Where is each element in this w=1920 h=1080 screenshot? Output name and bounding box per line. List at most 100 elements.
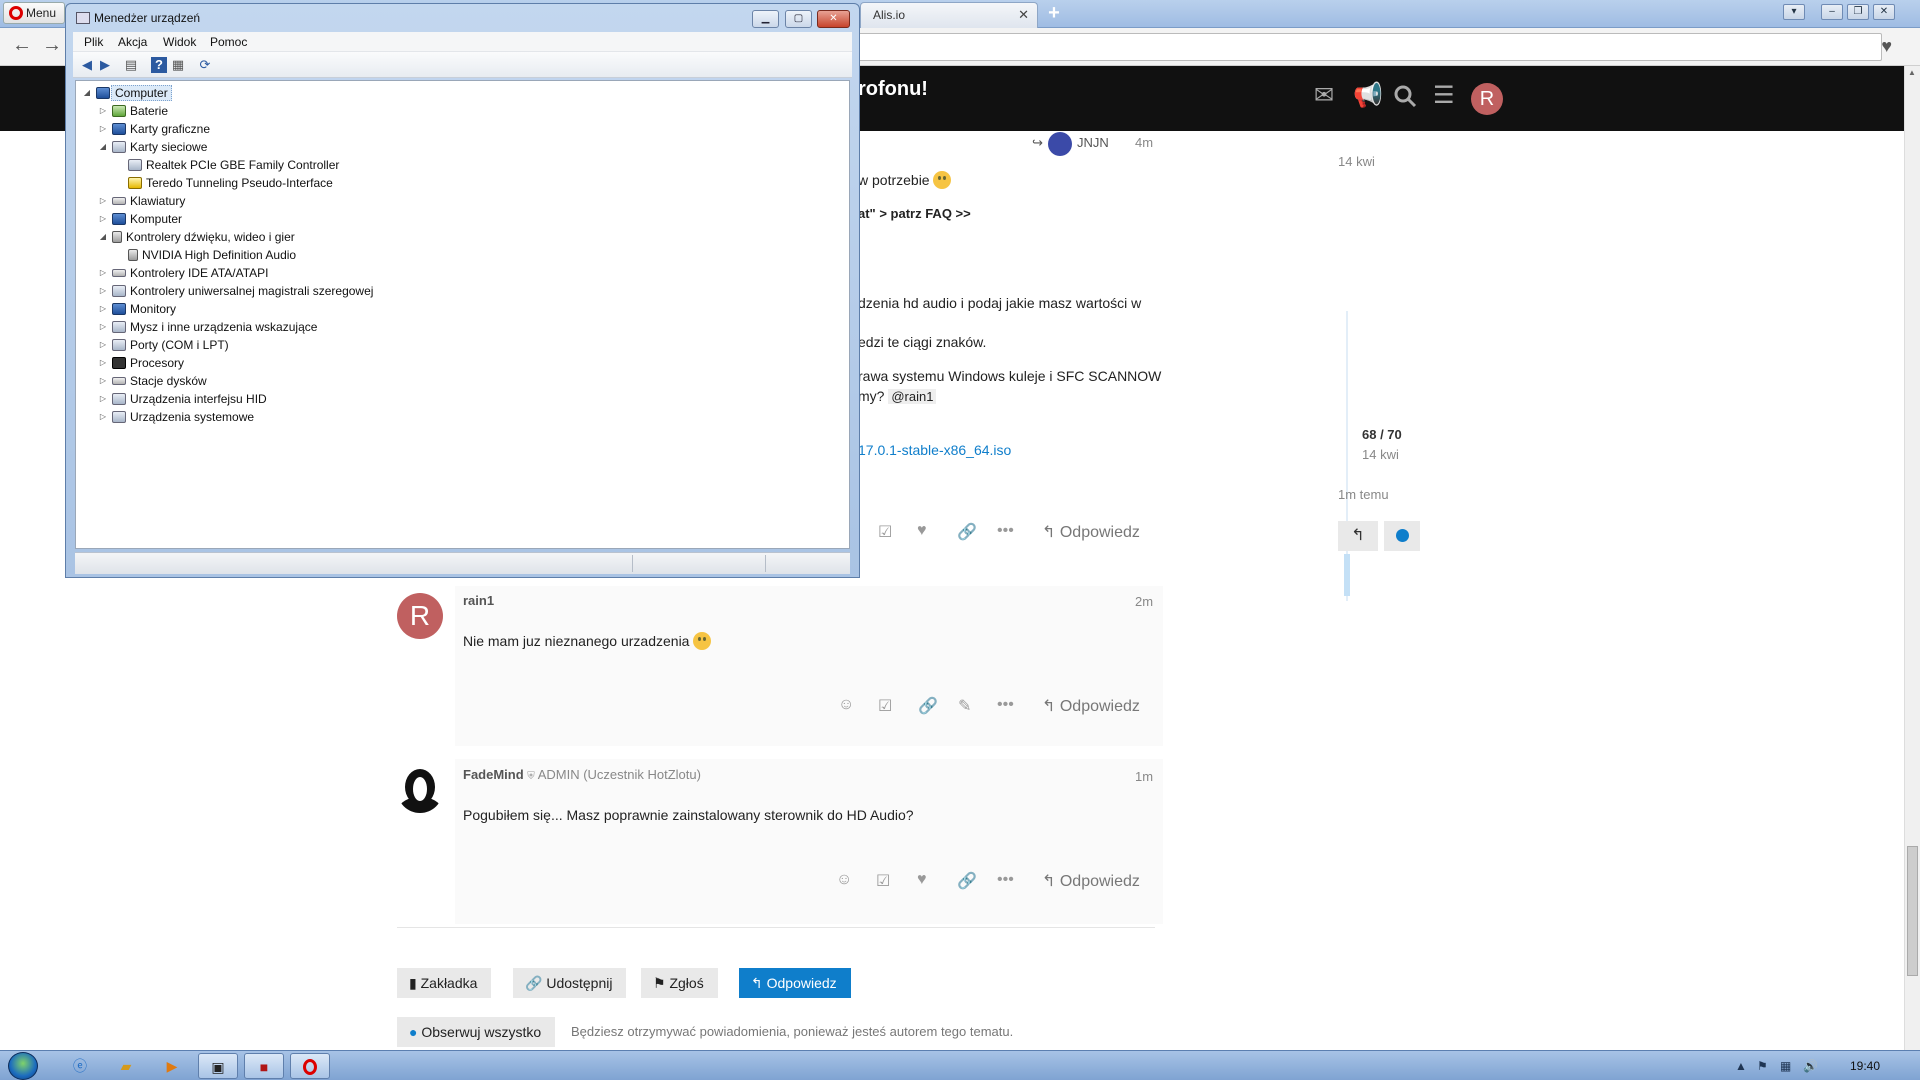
iso-download-link[interactable]: 17.0.1-stable-x86_64.iso bbox=[858, 441, 1011, 459]
expand-arrow-icon[interactable]: ▷ bbox=[98, 372, 108, 390]
edit-pencil-icon[interactable]: ✎ bbox=[958, 696, 971, 716]
view-icon[interactable]: ▦ bbox=[170, 57, 186, 73]
tree-node[interactable]: ▷ Mysz i inne urządzenia wskazujące bbox=[100, 318, 318, 336]
post-username[interactable]: FadeMind bbox=[463, 767, 524, 782]
tree-node[interactable]: ◢ Karty sieciowe bbox=[100, 138, 207, 156]
expand-arrow-icon[interactable]: ▷ bbox=[98, 120, 108, 138]
network-icon[interactable]: ▦ bbox=[1780, 1059, 1791, 1073]
expand-arrow-icon[interactable]: ▷ bbox=[98, 390, 108, 408]
more-actions-icon[interactable]: ••• bbox=[997, 871, 1014, 889]
media-player-icon[interactable]: ▶ bbox=[152, 1053, 192, 1079]
opera-menu-button[interactable]: Menu bbox=[3, 2, 65, 24]
reply-button[interactable]: ↰ Odpowiedz bbox=[1042, 522, 1140, 542]
topic-title[interactable]: rofonu! bbox=[858, 78, 928, 101]
tab-alis[interactable]: Alis.io ✕ bbox=[860, 2, 1038, 28]
expand-arrow-icon[interactable]: ▷ bbox=[98, 408, 108, 426]
more-actions-icon[interactable]: ••• bbox=[997, 696, 1014, 714]
search-icon[interactable] bbox=[1393, 84, 1417, 113]
reply-topic-button[interactable]: ↰ Odpowiedz bbox=[739, 968, 851, 998]
back-arrow-icon[interactable]: ◀ bbox=[79, 57, 95, 73]
tree-node[interactable]: ▷ Baterie bbox=[100, 102, 168, 120]
emoji-reaction-icon[interactable]: ☺ bbox=[838, 696, 854, 714]
expand-arrow-icon[interactable]: ▷ bbox=[98, 264, 108, 282]
tree-node[interactable]: ◢ Kontrolery dźwięku, wideo i gier bbox=[100, 228, 295, 246]
new-tab-button[interactable]: + bbox=[1042, 3, 1066, 24]
tree-node[interactable]: ▷ Urządzenia interfejsu HID bbox=[100, 390, 267, 408]
more-actions-icon[interactable]: ••• bbox=[997, 522, 1014, 540]
internet-explorer-icon[interactable]: ⓔ bbox=[60, 1053, 100, 1079]
share-link-icon[interactable]: 🔗 bbox=[918, 696, 938, 716]
accept-solution-icon[interactable]: ☑ bbox=[878, 522, 892, 542]
share-button[interactable]: 🔗 Udostępnij bbox=[513, 968, 627, 998]
action-center-flag-icon[interactable]: ⚑ bbox=[1757, 1059, 1768, 1073]
taskbar-device-manager[interactable]: ▣ bbox=[198, 1053, 238, 1079]
tree-node[interactable]: NVIDIA High Definition Audio bbox=[128, 246, 296, 264]
minimize-icon[interactable]: – bbox=[1821, 4, 1843, 20]
tree-node[interactable]: Teredo Tunneling Pseudo-Interface bbox=[128, 174, 333, 192]
share-link-icon[interactable]: 🔗 bbox=[957, 871, 977, 891]
start-button[interactable] bbox=[8, 1052, 38, 1080]
tree-node[interactable]: ▷ Karty graficzne bbox=[100, 120, 210, 138]
reply-to-indicator[interactable]: ↪ bbox=[1032, 135, 1043, 151]
minimize-icon[interactable]: ▁ bbox=[752, 10, 779, 28]
timeline-notifications-button[interactable] bbox=[1384, 521, 1420, 551]
reply-button[interactable]: ↰ Odpowiedz bbox=[1042, 871, 1140, 891]
close-icon[interactable]: ✕ bbox=[817, 10, 850, 28]
expand-arrow-icon[interactable]: ▷ bbox=[98, 300, 108, 318]
expand-arrow-icon[interactable]: ▷ bbox=[98, 192, 108, 210]
tree-node[interactable]: ▷ Stacje dysków bbox=[100, 372, 207, 390]
back-arrow-icon[interactable]: ← bbox=[12, 34, 32, 57]
scrollbar-thumb[interactable] bbox=[1907, 846, 1918, 976]
share-link-icon[interactable]: 🔗 bbox=[957, 522, 977, 542]
announcements-megaphone-icon[interactable]: 📢 bbox=[1353, 84, 1383, 108]
post-username[interactable]: rain1 bbox=[463, 593, 494, 608]
expand-arrow-icon[interactable]: ▷ bbox=[98, 102, 108, 120]
show-hidden-icons-icon[interactable]: ▲ bbox=[1735, 1059, 1747, 1073]
tree-node[interactable]: ▷ Kontrolery IDE ATA/ATAPI bbox=[100, 264, 269, 282]
taskbar-clock[interactable]: 19:40 bbox=[1850, 1059, 1880, 1073]
taskbar-opera[interactable] bbox=[290, 1053, 330, 1079]
flag-button[interactable]: ⚑ Zgłoś bbox=[641, 968, 718, 998]
help-icon[interactable]: ? bbox=[151, 57, 167, 73]
collapse-arrow-icon[interactable]: ◢ bbox=[98, 228, 108, 246]
timeline-last-activity[interactable]: 1m temu bbox=[1338, 487, 1389, 502]
restore-icon[interactable]: ❐ bbox=[1847, 4, 1869, 20]
page-scrollbar[interactable]: ▲ bbox=[1904, 66, 1920, 1050]
reply-to-username[interactable]: JNJN bbox=[1077, 135, 1109, 150]
expand-arrow-icon[interactable]: ▷ bbox=[98, 336, 108, 354]
bookmark-button[interactable]: ▮ Zakładka bbox=[397, 968, 492, 998]
properties-icon[interactable]: ▤ bbox=[123, 57, 139, 73]
emoji-reaction-icon[interactable]: ☺ bbox=[836, 871, 852, 889]
user-mention[interactable]: @rain1 bbox=[888, 389, 937, 404]
menu-widok[interactable]: Widok bbox=[163, 35, 196, 49]
tabs-menu-icon[interactable]: ▾ bbox=[1783, 4, 1805, 20]
post-avatar-fademind[interactable] bbox=[397, 767, 443, 813]
close-window-icon[interactable]: ✕ bbox=[1873, 4, 1895, 20]
expand-arrow-icon[interactable]: ▷ bbox=[98, 282, 108, 300]
tree-node[interactable]: ▷ Monitory bbox=[100, 300, 176, 318]
reply-button[interactable]: ↰ Odpowiedz bbox=[1042, 696, 1140, 716]
tree-node[interactable]: ▷ Klawiatury bbox=[100, 192, 185, 210]
file-explorer-icon[interactable]: ▰ bbox=[106, 1053, 146, 1079]
tree-node[interactable]: ▷ Kontrolery uniwersalnej magistrali szer… bbox=[100, 282, 374, 300]
hamburger-menu-icon[interactable]: ☰ bbox=[1433, 84, 1455, 108]
tree-node[interactable]: ▷ Porty (COM i LPT) bbox=[100, 336, 229, 354]
collapse-arrow-icon[interactable]: ◢ bbox=[82, 84, 92, 102]
close-tab-icon[interactable]: ✕ bbox=[1018, 3, 1029, 27]
menu-plik[interactable]: Plik bbox=[84, 35, 103, 49]
tree-node[interactable]: ▷ Urządzenia systemowe bbox=[100, 408, 254, 426]
expand-arrow-icon[interactable]: ▷ bbox=[98, 354, 108, 372]
bookmark-heart-icon[interactable]: ♥ bbox=[1881, 36, 1892, 57]
maximize-icon[interactable]: ▢ bbox=[785, 10, 812, 28]
accept-solution-icon[interactable]: ☑ bbox=[876, 871, 890, 891]
menu-akcja[interactable]: Akcja bbox=[118, 35, 147, 49]
menu-pomoc[interactable]: Pomoc bbox=[210, 35, 247, 49]
tree-node[interactable]: Realtek PCIe GBE Family Controller bbox=[128, 156, 339, 174]
expand-arrow-icon[interactable]: ▷ bbox=[98, 318, 108, 336]
taskbar-app[interactable]: ■ bbox=[244, 1053, 284, 1079]
current-user-avatar[interactable]: R bbox=[1471, 83, 1503, 115]
scan-hardware-icon[interactable]: ⟳ bbox=[197, 57, 213, 73]
expand-arrow-icon[interactable]: ▷ bbox=[98, 210, 108, 228]
address-field[interactable] bbox=[858, 33, 1882, 61]
forward-arrow-icon[interactable]: ▶ bbox=[97, 57, 113, 73]
